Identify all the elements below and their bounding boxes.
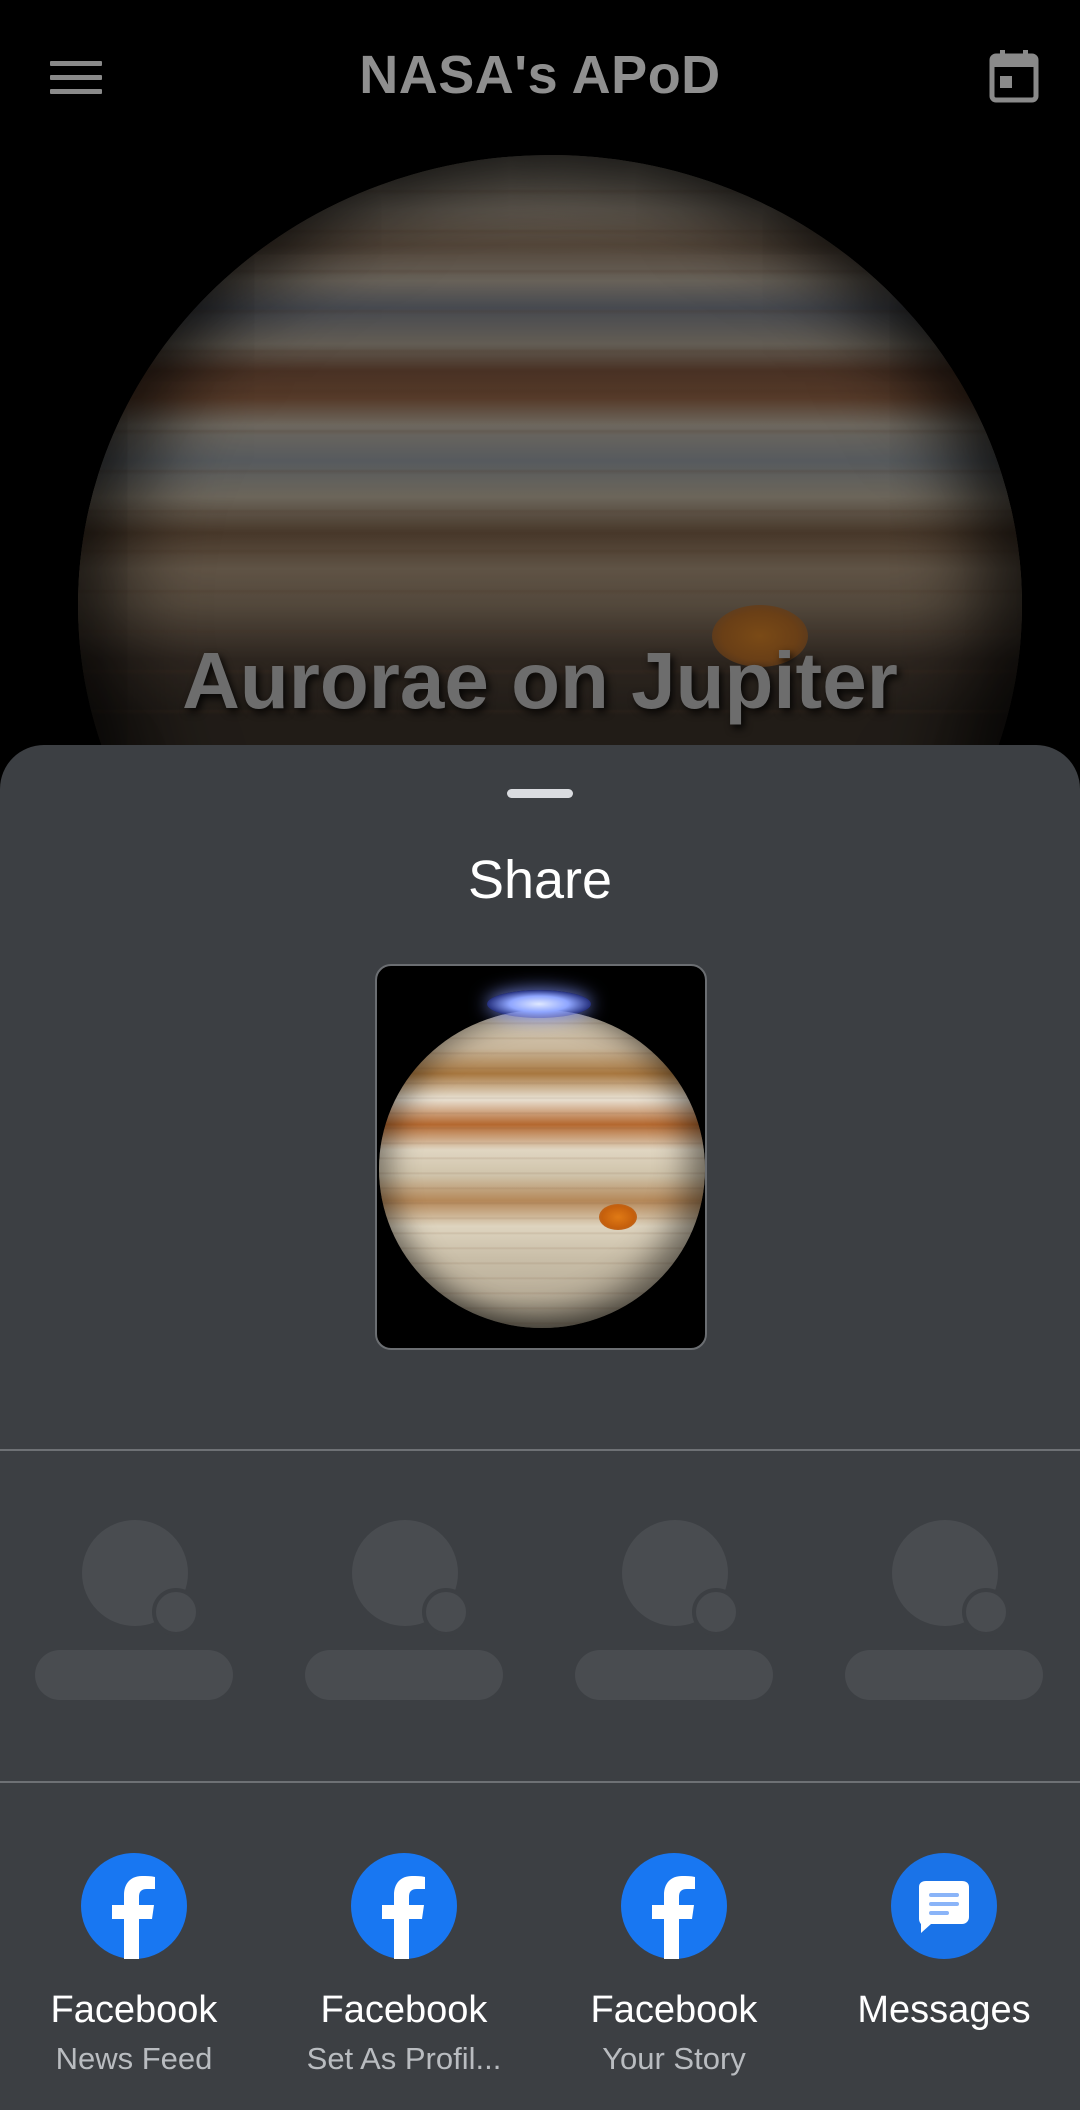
placeholder-label [305,1650,503,1700]
direct-share-placeholders [0,1520,1080,1720]
facebook-icon [351,1853,457,1959]
share-bottom-sheet: Share Facebook News Feed Facebook Set As… [0,745,1080,2110]
facebook-icon [81,1853,187,1959]
direct-share-placeholder [305,1520,505,1700]
placeholder-badge [422,1588,470,1636]
apod-title: Aurorae on Jupiter [182,636,898,725]
share-app-targets: Facebook News Feed Facebook Set As Profi… [0,1853,1080,2103]
app-name: Facebook [320,1989,488,2031]
sheet-drag-handle[interactable] [507,789,573,798]
app-subtitle: Set As Profil... [306,2041,502,2076]
direct-share-placeholder [575,1520,775,1700]
placeholder-badge [152,1588,200,1636]
app-name: Messages [857,1989,1031,2031]
divider [0,1781,1080,1783]
share-target-messages[interactable]: Messages [819,1853,1069,2103]
top-app-bar: NASA's APoD [0,0,1080,155]
preview-jupiter [379,1010,705,1328]
placeholder-badge [962,1588,1010,1636]
direct-share-placeholder [845,1520,1045,1700]
preview-red-spot [599,1204,637,1230]
direct-share-placeholder [35,1520,235,1700]
calendar-icon[interactable] [988,48,1040,104]
divider [0,1449,1080,1451]
share-target-facebook-set-as-profile[interactable]: Facebook Set As Profil... [279,1853,529,2103]
app-subtitle: Your Story [602,2041,746,2076]
placeholder-label [845,1650,1043,1700]
share-target-facebook-news-feed[interactable]: Facebook News Feed [9,1853,259,2103]
apod-app-screen: NASA's APoD Aurorae on Jupiter Share Fac… [0,0,1080,2110]
app-name: Facebook [590,1989,758,2031]
preview-aurora [487,990,591,1018]
placeholder-label [575,1650,773,1700]
share-target-facebook-your-story[interactable]: Facebook Your Story [549,1853,799,2103]
app-title: NASA's APoD [359,45,721,105]
placeholder-label [35,1650,233,1700]
messages-icon [891,1853,997,1959]
share-title: Share [467,850,613,910]
app-name: Facebook [50,1989,218,2031]
apod-hero-image[interactable]: Aurorae on Jupiter [0,155,1080,755]
facebook-icon [621,1853,727,1959]
share-image-preview [375,964,707,1350]
app-subtitle: News Feed [55,2041,213,2076]
placeholder-badge [692,1588,740,1636]
